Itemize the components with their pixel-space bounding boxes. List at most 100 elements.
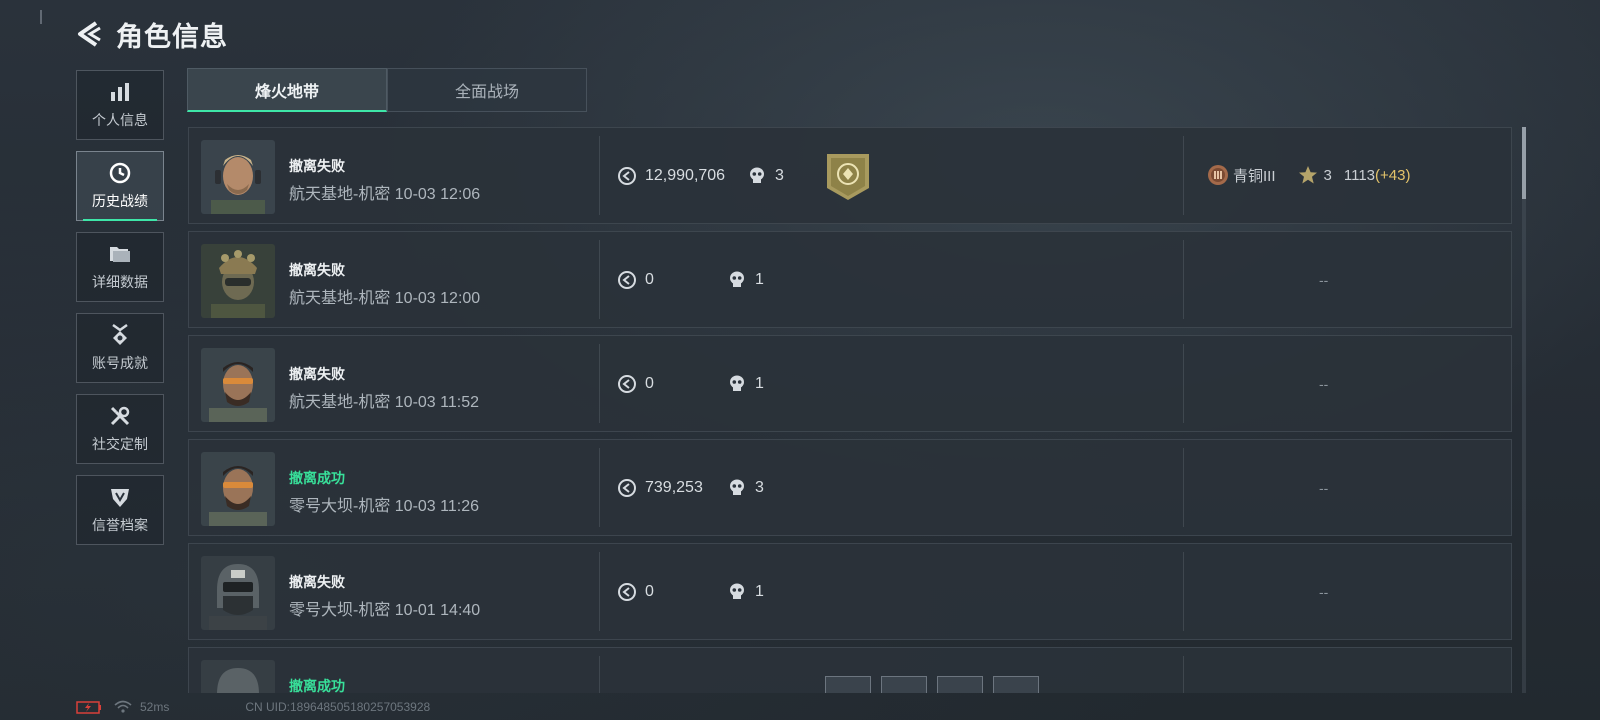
top-bar: 角色信息	[74, 14, 228, 54]
kill-count-text: 1	[755, 583, 764, 600]
match-map-time: 航天基地-机密 10-03 12:00	[289, 290, 481, 307]
page-title: 角色信息	[116, 21, 228, 52]
extraction-status: 撤离成功	[289, 678, 345, 693]
scrollbar-thumb[interactable]	[1522, 127, 1526, 199]
match-map-time: 零号大坝-机密 10-03 11:26	[289, 498, 479, 515]
sidebar-item-label: 详细数据	[92, 274, 148, 290]
kill-count: 3	[747, 166, 784, 186]
column-divider	[599, 344, 600, 423]
sidebar-item-label: 社交定制	[92, 436, 148, 452]
coin-icon	[618, 271, 636, 289]
sidebar: 个人信息 历史战绩 详细数据 账号成就 社交定制 信誉档案	[76, 70, 166, 556]
skull-icon	[750, 167, 764, 183]
match-row[interactable]: 撤离失败 航天基地-机密 10-03 11:52 0 1 --	[188, 335, 1512, 432]
rank-score: 1113	[1343, 166, 1376, 184]
loot-value-text: 0	[645, 375, 654, 392]
tools-icon	[110, 406, 130, 426]
action-button[interactable]	[937, 676, 983, 693]
extraction-status: 撤离失败	[289, 574, 345, 590]
kill-count: 1	[727, 374, 764, 394]
loot-value-text: 739,253	[645, 479, 703, 496]
sidebar-item-personal-info[interactable]: 个人信息	[76, 70, 164, 140]
match-map-time: 航天基地-机密 10-03 11:52	[289, 394, 479, 411]
corner-decoration	[40, 10, 46, 24]
column-divider	[1183, 448, 1184, 527]
column-divider	[1183, 656, 1184, 693]
match-row[interactable]: 撤离成功	[188, 647, 1512, 693]
sidebar-item-label: 账号成就	[92, 355, 148, 371]
kill-count-text: 1	[755, 375, 764, 392]
match-row[interactable]: 撤离失败 零号大坝-机密 10-01 14:40 0 1 --	[188, 543, 1512, 640]
action-button[interactable]	[881, 676, 927, 693]
match-row[interactable]: 撤离失败 航天基地-机密 10-03 12:00 0 1 --	[188, 231, 1512, 328]
mode-tabs: 烽火地带 全面战场	[187, 68, 587, 112]
match-row[interactable]: 撤离成功 零号大坝-机密 10-03 11:26 739,253 3 --	[188, 439, 1512, 536]
rank-stars: 3	[1323, 166, 1332, 184]
wifi-icon	[114, 700, 132, 713]
operator-avatar	[201, 244, 275, 318]
back-arrow-icon[interactable]	[74, 19, 104, 49]
coin-icon	[618, 479, 636, 497]
loot-value: 12,990,706	[617, 166, 725, 186]
list-scrollbar[interactable]	[1522, 127, 1526, 693]
column-divider	[599, 656, 600, 693]
sidebar-item-label: 历史战绩	[92, 193, 148, 209]
action-button[interactable]	[825, 676, 871, 693]
operator-avatar	[201, 556, 275, 630]
folder-icon	[110, 247, 130, 262]
extraction-status: 撤离失败	[289, 262, 345, 278]
loot-value: 739,253	[617, 478, 703, 498]
column-divider	[1183, 136, 1184, 215]
operator-avatar	[201, 348, 275, 422]
kill-count-text: 3	[775, 167, 784, 184]
skull-icon	[730, 375, 744, 391]
operator-avatar	[201, 140, 275, 214]
sidebar-item-reputation[interactable]: 信誉档案	[76, 475, 164, 545]
skull-icon	[730, 583, 744, 599]
skull-icon	[730, 271, 744, 287]
battery-icon	[76, 700, 101, 714]
rank-placeholder: --	[1319, 480, 1329, 496]
ping-text: 52ms	[140, 700, 170, 714]
match-badge-icon	[827, 154, 869, 200]
sidebar-item-social[interactable]: 社交定制	[76, 394, 164, 464]
kill-count: 1	[727, 270, 764, 290]
coin-icon	[618, 167, 636, 185]
operator-avatar	[201, 660, 275, 693]
column-divider	[599, 552, 600, 631]
loot-value: 0	[617, 374, 654, 394]
loot-value-text: 0	[645, 583, 654, 600]
rank-info: 青铜III 3 1113 (+43)	[1207, 164, 1410, 186]
coin-icon	[618, 583, 636, 601]
sidebar-item-match-history[interactable]: 历史战绩	[76, 151, 164, 221]
kill-count-text: 3	[755, 479, 764, 496]
achievement-icon	[112, 323, 128, 345]
tab-full-battlefield[interactable]: 全面战场	[387, 68, 587, 112]
kill-count: 1	[727, 582, 764, 602]
shield-icon	[111, 489, 129, 507]
sidebar-item-achievements[interactable]: 账号成就	[76, 313, 164, 383]
rank-placeholder: --	[1319, 584, 1329, 600]
action-button[interactable]	[993, 676, 1039, 693]
match-history-list[interactable]: 撤离失败 航天基地-机密 10-03 12:06 12,990,706 3 青铜…	[188, 127, 1512, 693]
column-divider	[599, 448, 600, 527]
loot-value-text: 12,990,706	[645, 167, 726, 184]
column-divider	[1183, 240, 1184, 319]
match-row[interactable]: 撤离失败 航天基地-机密 10-03 12:06 12,990,706 3 青铜…	[188, 127, 1512, 224]
rank-name: 青铜III	[1233, 167, 1276, 185]
sidebar-item-detailed-data[interactable]: 详细数据	[76, 232, 164, 302]
clock-icon	[109, 162, 131, 184]
uid-text: CN UID:189648505180257053928	[245, 700, 431, 714]
tab-hazard-zone[interactable]: 烽火地带	[187, 68, 387, 112]
kill-count-text: 1	[755, 271, 764, 288]
loot-value: 0	[617, 270, 654, 290]
operator-avatar	[201, 452, 275, 526]
column-divider	[599, 240, 600, 319]
sidebar-item-label: 信誉档案	[92, 517, 148, 533]
loot-value-text: 0	[645, 271, 654, 288]
column-divider	[1183, 552, 1184, 631]
rank-placeholder: --	[1319, 272, 1329, 288]
match-map-time: 零号大坝-机密 10-01 14:40	[289, 602, 481, 619]
extraction-status: 撤离成功	[289, 470, 345, 486]
status-bar: 52ms CN UID:189648505180257053928	[76, 700, 430, 714]
